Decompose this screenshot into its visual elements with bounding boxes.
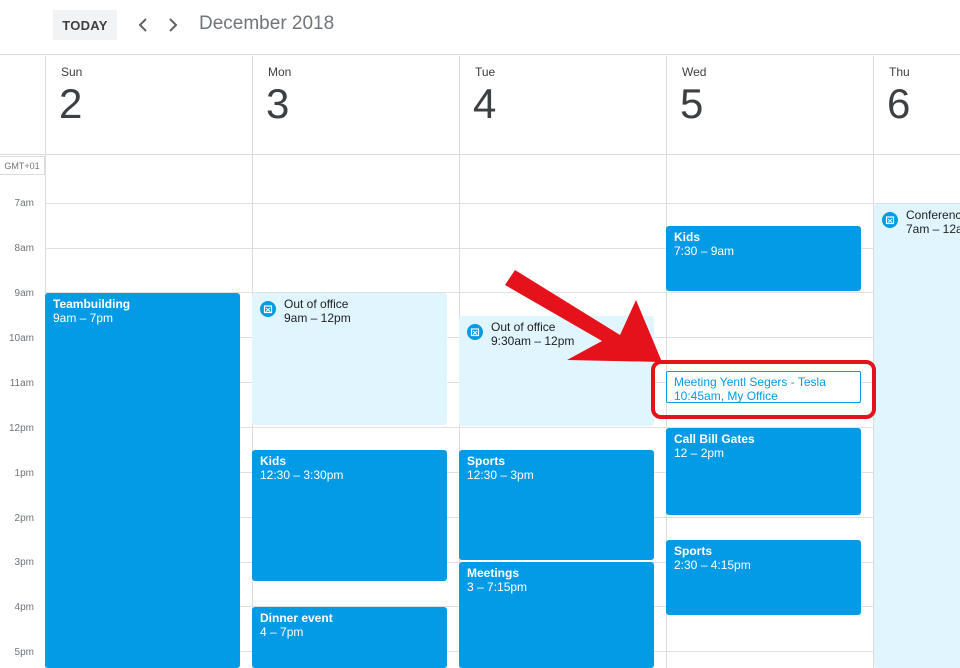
event-title: Kids xyxy=(260,454,287,468)
out-of-office-icon xyxy=(882,212,898,228)
event-call-bill-gates[interactable]: Call Bill Gates 12 – 2pm xyxy=(666,428,861,515)
event-time: 12:30 – 3:30pm xyxy=(260,468,344,482)
event-title: Sports xyxy=(467,454,506,468)
chevron-left-icon xyxy=(138,18,147,32)
event-out-of-office[interactable]: Out of office 9am – 12pm xyxy=(252,293,447,425)
hour-label: 8am xyxy=(14,243,34,254)
header-divider xyxy=(0,154,960,155)
next-week-button[interactable] xyxy=(161,13,185,37)
day-of-week: Mon xyxy=(268,65,292,79)
event-time: 3 – 7:15pm xyxy=(467,580,528,594)
out-of-office-icon xyxy=(260,301,276,317)
event-title: Conference xyxy=(906,208,960,222)
event-time: 7:30 – 9am xyxy=(674,244,735,258)
event-teambuilding[interactable]: Teambuilding 9am – 7pm xyxy=(45,293,240,668)
hour-label: 4pm xyxy=(14,602,34,613)
event-title: Dinner event xyxy=(260,611,333,625)
day-header-tue[interactable]: Tue 4 xyxy=(459,56,666,154)
event-title: Sports xyxy=(674,544,713,558)
month-title: December 2018 xyxy=(199,13,335,34)
chevron-right-icon xyxy=(169,18,178,32)
timezone-label: GMT+01 xyxy=(0,156,45,175)
event-dinner[interactable]: Dinner event 4 – 7pm xyxy=(252,607,447,668)
hour-line xyxy=(45,203,960,204)
day-header-thu[interactable]: Thu 6 xyxy=(873,56,960,154)
event-meetings[interactable]: Meetings 3 – 7:15pm xyxy=(459,562,654,668)
day-number[interactable]: 2 xyxy=(59,80,82,128)
day-header-sun[interactable]: Sun 2 xyxy=(45,56,252,154)
hour-label: 7am xyxy=(14,198,34,209)
event-conference[interactable]: Conference 7am – 12am xyxy=(874,204,960,668)
hour-label: 5pm xyxy=(14,647,34,658)
today-button[interactable]: TODAY xyxy=(53,10,117,40)
day-of-week: Thu xyxy=(889,65,910,79)
event-title: Meetings xyxy=(467,566,520,580)
event-time: 2:30 – 4:15pm xyxy=(674,558,751,572)
day-number[interactable]: 6 xyxy=(887,80,910,128)
out-of-office-icon xyxy=(467,324,483,340)
event-title: Teambuilding xyxy=(53,297,131,311)
day-header-wed[interactable]: Wed 5 xyxy=(666,56,873,154)
day-number[interactable]: 5 xyxy=(680,80,703,128)
event-time: 12 – 2pm xyxy=(674,446,725,460)
day-of-week: Wed xyxy=(682,65,707,79)
hour-label: 3pm xyxy=(14,557,34,568)
event-kids[interactable]: Kids 7:30 – 9am xyxy=(666,226,861,291)
event-title: Kids xyxy=(674,230,701,244)
annotation-highlight-box xyxy=(651,360,876,419)
event-time: 9:30am – 12pm xyxy=(491,334,575,348)
event-time: 4 – 7pm xyxy=(260,625,304,639)
day-header-mon[interactable]: Mon 3 xyxy=(252,56,459,154)
hour-label: 2pm xyxy=(14,513,34,524)
hour-label: 12pm xyxy=(8,423,34,434)
event-title: Call Bill Gates xyxy=(674,432,755,446)
day-of-week: Sun xyxy=(61,65,83,79)
event-sports[interactable]: Sports 2:30 – 4:15pm xyxy=(666,540,861,615)
event-out-of-office[interactable]: Out of office 9:30am – 12pm xyxy=(459,316,654,426)
event-title: Out of office xyxy=(491,320,556,334)
hour-label: 11am xyxy=(9,378,34,389)
event-sports[interactable]: Sports 12:30 – 3pm xyxy=(459,450,654,560)
event-time: 9am – 7pm xyxy=(53,311,114,325)
event-time: 7am – 12am xyxy=(906,222,960,236)
hour-label: 10am xyxy=(8,333,34,344)
day-number[interactable]: 3 xyxy=(266,80,289,128)
hour-label: 1pm xyxy=(14,468,34,479)
event-time: 12:30 – 3pm xyxy=(467,468,534,482)
event-kids[interactable]: Kids 12:30 – 3:30pm xyxy=(252,450,447,581)
previous-week-button[interactable] xyxy=(131,13,155,37)
day-of-week: Tue xyxy=(475,65,496,79)
event-title: Out of office xyxy=(284,297,349,311)
calendar-toolbar: TODAY December 2018 xyxy=(0,0,960,55)
event-time: 9am – 12pm xyxy=(284,311,351,325)
day-number[interactable]: 4 xyxy=(473,80,496,128)
hour-label: 9am xyxy=(14,288,34,299)
